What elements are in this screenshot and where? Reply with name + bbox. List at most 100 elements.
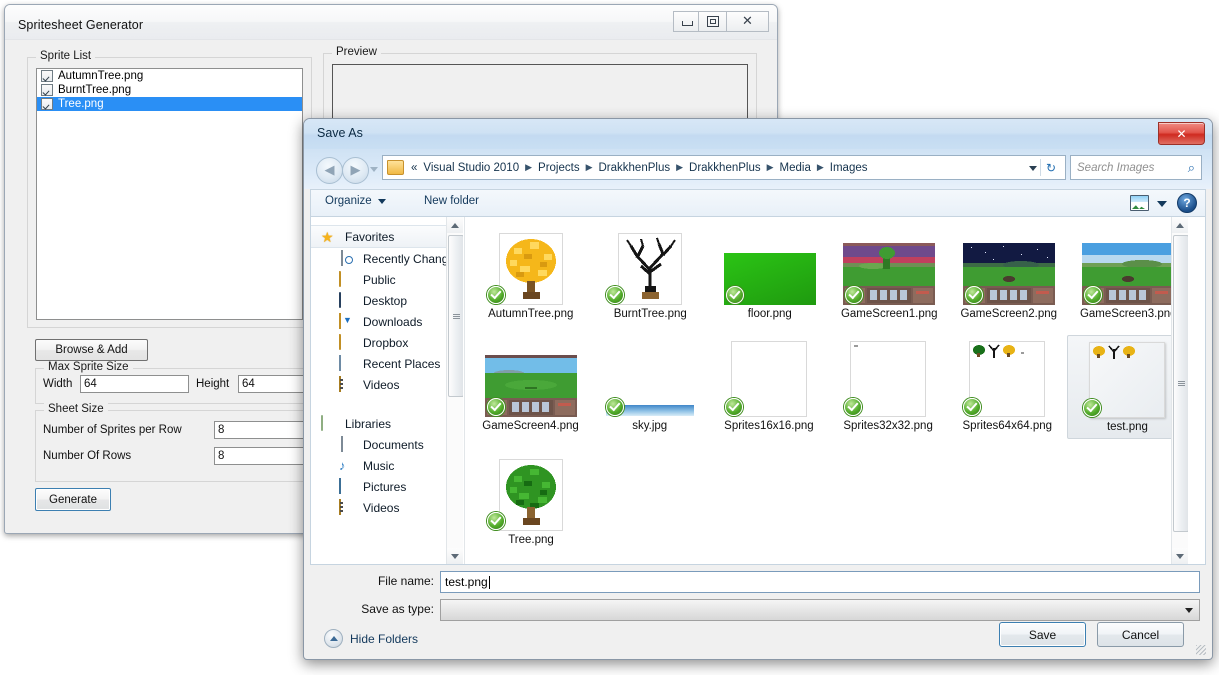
list-item[interactable]: BurntTree.png bbox=[37, 83, 302, 97]
file-item-sprites64[interactable]: Sprites64x64.png bbox=[948, 335, 1067, 439]
dialog-close-button[interactable]: ✕ bbox=[1158, 122, 1205, 145]
checkbox-icon[interactable] bbox=[41, 84, 53, 96]
nav-label: Dropbox bbox=[363, 335, 409, 350]
file-item-burnttree[interactable]: BurntTree.png bbox=[591, 223, 711, 325]
hide-folders-button[interactable]: Hide Folders bbox=[324, 629, 418, 648]
cancel-button[interactable]: Cancel bbox=[1097, 622, 1184, 647]
scrollbar-thumb[interactable] bbox=[1173, 235, 1188, 532]
sidebar-item-videos-lib[interactable]: Videos bbox=[311, 497, 463, 518]
sidebar-item-dropbox[interactable]: Dropbox bbox=[311, 332, 463, 353]
breadcrumb-item[interactable]: Media bbox=[777, 162, 814, 174]
sidebar-item-videos-fav[interactable]: Videos bbox=[311, 374, 463, 395]
address-bar[interactable]: « Visual Studio 2010 ▶ Projects ▶ Drakkh… bbox=[382, 155, 1066, 180]
chevron-down-icon bbox=[1185, 608, 1193, 613]
width-label: Width bbox=[43, 378, 73, 390]
dialog-toolbar: Organize New folder ? bbox=[310, 189, 1206, 217]
list-item[interactable]: AutumnTree.png bbox=[37, 69, 302, 83]
refresh-icon[interactable]: ↻ bbox=[1040, 159, 1061, 176]
address-bar-row: ◀ ▶ « Visual Studio 2010 ▶ Projects ▶ Dr… bbox=[304, 149, 1212, 189]
file-item-tree[interactable]: Tree.png bbox=[471, 449, 591, 551]
dialog-content: ★ Favorites Recently Changed Public Desk… bbox=[310, 216, 1206, 565]
generate-button[interactable]: Generate bbox=[35, 488, 111, 511]
sidebar-item-music[interactable]: ♪ Music bbox=[311, 455, 463, 476]
file-item-gamescreen1[interactable]: GameScreen1.png bbox=[830, 223, 950, 325]
browse-and-add-button[interactable]: Browse & Add bbox=[35, 339, 148, 361]
breadcrumb-item[interactable]: Projects bbox=[535, 162, 583, 174]
breadcrumb-item[interactable]: DrakkhenPlus bbox=[686, 162, 764, 174]
file-list-scrollbar[interactable] bbox=[1171, 217, 1188, 564]
view-layout-icon[interactable] bbox=[1130, 195, 1149, 211]
sprite-list-group-label: Sprite List bbox=[36, 50, 96, 62]
save-button[interactable]: Save bbox=[999, 622, 1086, 647]
help-icon[interactable]: ? bbox=[1177, 193, 1197, 213]
back-button[interactable]: ◀ bbox=[316, 157, 343, 184]
view-chevron-down-icon[interactable] bbox=[1157, 201, 1167, 207]
search-box[interactable]: Search Images ⌕ bbox=[1070, 155, 1202, 180]
pictures-icon bbox=[339, 477, 357, 495]
resize-grip-icon[interactable] bbox=[1196, 645, 1206, 655]
sidebar-item-recently-changed[interactable]: Recently Changed bbox=[311, 248, 463, 269]
file-item-floor[interactable]: floor.png bbox=[710, 223, 830, 325]
file-row: AutumnTree.png BurntTree.png floor.png G… bbox=[471, 223, 1188, 325]
number-of-rows-input[interactable]: 8 bbox=[214, 447, 307, 465]
sidebar-item-public[interactable]: Public bbox=[311, 269, 463, 290]
forward-button[interactable]: ▶ bbox=[342, 157, 369, 184]
file-item-sprites32[interactable]: Sprites32x32.png bbox=[829, 335, 948, 439]
video-folder-icon bbox=[339, 375, 357, 393]
organize-menu-button[interactable]: Organize bbox=[325, 195, 386, 207]
navigation-scrollbar[interactable] bbox=[446, 217, 463, 564]
scroll-up-button[interactable] bbox=[447, 217, 463, 233]
nav-section-favorites[interactable]: ★ Favorites bbox=[311, 225, 463, 248]
sheet-size-group: Sheet Size Number of Sprites per Row 8 N… bbox=[35, 403, 313, 482]
height-input[interactable]: 64 bbox=[238, 375, 307, 393]
sidebar-item-downloads[interactable]: Downloads bbox=[311, 311, 463, 332]
sidebar-item-documents[interactable]: Documents bbox=[311, 434, 463, 455]
preview-label: Preview bbox=[332, 46, 381, 58]
breadcrumb-item[interactable]: DrakkhenPlus bbox=[596, 162, 674, 174]
file-item-sky[interactable]: sky.jpg bbox=[590, 335, 709, 439]
list-item-selected[interactable]: Tree.png bbox=[37, 97, 302, 111]
maximize-button[interactable] bbox=[698, 11, 727, 32]
new-folder-button[interactable]: New folder bbox=[424, 195, 479, 207]
file-list-view[interactable]: AutumnTree.png BurntTree.png floor.png G… bbox=[464, 217, 1188, 564]
address-dropdown-icon[interactable] bbox=[1029, 166, 1037, 171]
close-button[interactable]: ✕ bbox=[727, 11, 769, 32]
file-item-gamescreen2[interactable]: GameScreen2.png bbox=[949, 223, 1069, 325]
save-as-type-combobox[interactable] bbox=[440, 599, 1200, 621]
sprites-per-row-input[interactable]: 8 bbox=[214, 421, 307, 439]
scroll-up-button[interactable] bbox=[1172, 217, 1188, 233]
sidebar-item-pictures[interactable]: Pictures bbox=[311, 476, 463, 497]
chevron-right-icon: ▶ bbox=[816, 162, 824, 172]
nav-label: Documents bbox=[363, 437, 424, 452]
sprite-list-box[interactable]: AutumnTree.png BurntTree.png Tree.png bbox=[36, 68, 303, 320]
file-name-input[interactable]: test.png bbox=[440, 571, 1200, 593]
checkbox-icon[interactable] bbox=[41, 98, 53, 110]
breadcrumb-item[interactable]: Images bbox=[827, 162, 871, 174]
sprites-per-row-label: Number of Sprites per Row bbox=[43, 424, 182, 436]
forward-arrow-icon: ▶ bbox=[350, 163, 361, 178]
organize-label: Organize bbox=[325, 195, 372, 207]
checkbox-icon[interactable] bbox=[41, 70, 53, 82]
scrollbar-thumb[interactable] bbox=[448, 235, 463, 397]
nav-section-libraries[interactable]: Libraries bbox=[311, 413, 463, 434]
scroll-down-button[interactable] bbox=[447, 548, 463, 564]
file-name: AutumnTree.png bbox=[488, 308, 574, 320]
minimize-button[interactable] bbox=[673, 11, 701, 32]
breadcrumb-overflow[interactable]: « bbox=[408, 162, 420, 174]
sprite-name: Tree.png bbox=[58, 98, 104, 110]
file-item-autumntree[interactable]: AutumnTree.png bbox=[471, 223, 591, 325]
thumbnail bbox=[1082, 227, 1175, 305]
thumbnail bbox=[723, 227, 816, 305]
scroll-down-button[interactable] bbox=[1172, 548, 1188, 564]
grip-icon bbox=[452, 313, 460, 319]
width-input[interactable]: 64 bbox=[80, 375, 189, 393]
chevron-right-icon: ▶ bbox=[525, 162, 533, 172]
file-item-test-selected[interactable]: test.png bbox=[1066, 335, 1188, 439]
sidebar-item-desktop[interactable]: Desktop bbox=[311, 290, 463, 311]
file-item-gamescreen4[interactable]: GameScreen4.png bbox=[471, 335, 590, 439]
sidebar-item-recent-places[interactable]: Recent Places bbox=[311, 353, 463, 374]
file-item-sprites16[interactable]: Sprites16x16.png bbox=[709, 335, 828, 439]
navigation-pane[interactable]: ★ Favorites Recently Changed Public Desk… bbox=[311, 217, 463, 564]
recent-locations-chevron-icon[interactable] bbox=[370, 167, 378, 172]
breadcrumb-item[interactable]: Visual Studio 2010 bbox=[420, 162, 522, 174]
